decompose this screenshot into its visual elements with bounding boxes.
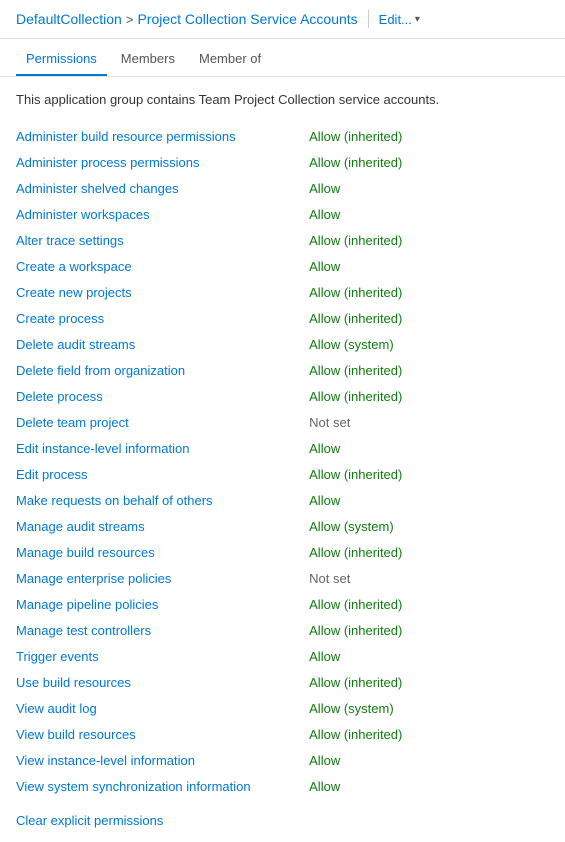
permission-name[interactable]: Delete team project [16,409,309,435]
edit-button[interactable]: Edit... ▾ [379,12,420,27]
permission-name[interactable]: Trigger events [16,643,309,669]
permission-value: Allow (inherited) [309,721,549,747]
permission-value: Allow (inherited) [309,617,549,643]
tab-permissions[interactable]: Permissions [16,43,107,76]
permission-name[interactable]: Administer workspaces [16,201,309,227]
breadcrumb-collection[interactable]: DefaultCollection [16,11,122,27]
table-row: View build resourcesAllow (inherited) [16,721,549,747]
permission-name[interactable]: Manage build resources [16,539,309,565]
permission-name[interactable]: Alter trace settings [16,227,309,253]
permission-value: Allow [309,643,549,669]
permission-name[interactable]: Create new projects [16,279,309,305]
permission-name[interactable]: View system synchronization information [16,773,309,799]
permission-name[interactable]: View instance-level information [16,747,309,773]
permission-name[interactable]: Administer process permissions [16,149,309,175]
table-row: Administer process permissionsAllow (inh… [16,149,549,175]
main-content: This application group contains Team Pro… [0,77,565,842]
table-row: Manage pipeline policiesAllow (inherited… [16,591,549,617]
permission-value: Allow (inherited) [309,669,549,695]
permission-name[interactable]: Make requests on behalf of others [16,487,309,513]
permission-value: Allow [309,253,549,279]
permissions-table: Administer build resource permissionsAll… [16,123,549,799]
table-row: Manage test controllersAllow (inherited) [16,617,549,643]
permission-value: Allow (inherited) [309,123,549,149]
table-row: Create processAllow (inherited) [16,305,549,331]
table-row: View system synchronization informationA… [16,773,549,799]
permission-value: Allow (inherited) [309,383,549,409]
permission-name[interactable]: Delete process [16,383,309,409]
table-row: View audit logAllow (system) [16,695,549,721]
permission-name[interactable]: Manage test controllers [16,617,309,643]
table-row: Manage audit streamsAllow (system) [16,513,549,539]
permission-value: Not set [309,409,549,435]
permission-value: Allow (inherited) [309,461,549,487]
permission-name[interactable]: View audit log [16,695,309,721]
clear-explicit-permissions-link[interactable]: Clear explicit permissions [16,813,163,828]
permission-value: Allow [309,175,549,201]
table-row: Manage build resourcesAllow (inherited) [16,539,549,565]
permission-name[interactable]: Administer build resource permissions [16,123,309,149]
permission-name[interactable]: Edit process [16,461,309,487]
table-row: Create a workspaceAllow [16,253,549,279]
permission-name[interactable]: Create a workspace [16,253,309,279]
table-row: View instance-level informationAllow [16,747,549,773]
permission-name[interactable]: Create process [16,305,309,331]
permission-value: Allow (inherited) [309,305,549,331]
dropdown-arrow-icon: ▾ [415,14,420,25]
permission-value: Allow (inherited) [309,539,549,565]
permission-value: Allow (inherited) [309,357,549,383]
table-row: Delete processAllow (inherited) [16,383,549,409]
breadcrumb: DefaultCollection > Project Collection S… [16,11,358,27]
permission-value: Allow [309,201,549,227]
permission-value: Allow [309,435,549,461]
table-row: Manage enterprise policiesNot set [16,565,549,591]
header-divider [368,10,369,28]
breadcrumb-current-page[interactable]: Project Collection Service Accounts [137,11,357,27]
table-row: Edit processAllow (inherited) [16,461,549,487]
permission-value: Allow (system) [309,695,549,721]
table-row: Delete team projectNot set [16,409,549,435]
permission-name[interactable]: Delete audit streams [16,331,309,357]
permission-name[interactable]: Delete field from organization [16,357,309,383]
table-row: Use build resourcesAllow (inherited) [16,669,549,695]
permission-value: Allow [309,487,549,513]
permission-value: Not set [309,565,549,591]
permission-value: Allow (inherited) [309,591,549,617]
permission-value: Allow [309,773,549,799]
permission-value: Allow [309,747,549,773]
permission-value: Allow (system) [309,331,549,357]
permission-name[interactable]: Manage audit streams [16,513,309,539]
page-header: DefaultCollection > Project Collection S… [0,0,565,39]
table-row: Delete audit streamsAllow (system) [16,331,549,357]
table-row: Administer workspacesAllow [16,201,549,227]
breadcrumb-separator: > [126,12,134,27]
permission-name[interactable]: Edit instance-level information [16,435,309,461]
permission-name[interactable]: View build resources [16,721,309,747]
permission-value: Allow (inherited) [309,149,549,175]
permission-name[interactable]: Use build resources [16,669,309,695]
tab-member-of[interactable]: Member of [189,43,271,76]
group-description: This application group contains Team Pro… [16,91,549,109]
table-row: Alter trace settingsAllow (inherited) [16,227,549,253]
permission-name[interactable]: Administer shelved changes [16,175,309,201]
table-row: Administer shelved changesAllow [16,175,549,201]
table-row: Delete field from organizationAllow (inh… [16,357,549,383]
permission-name[interactable]: Manage pipeline policies [16,591,309,617]
table-row: Create new projectsAllow (inherited) [16,279,549,305]
permission-value: Allow (inherited) [309,279,549,305]
tab-members[interactable]: Members [111,43,185,76]
table-row: Make requests on behalf of othersAllow [16,487,549,513]
table-row: Trigger eventsAllow [16,643,549,669]
permission-name[interactable]: Manage enterprise policies [16,565,309,591]
table-row: Edit instance-level informationAllow [16,435,549,461]
permission-value: Allow (inherited) [309,227,549,253]
table-row: Administer build resource permissionsAll… [16,123,549,149]
permission-value: Allow (system) [309,513,549,539]
tab-bar: Permissions Members Member of [0,43,565,77]
